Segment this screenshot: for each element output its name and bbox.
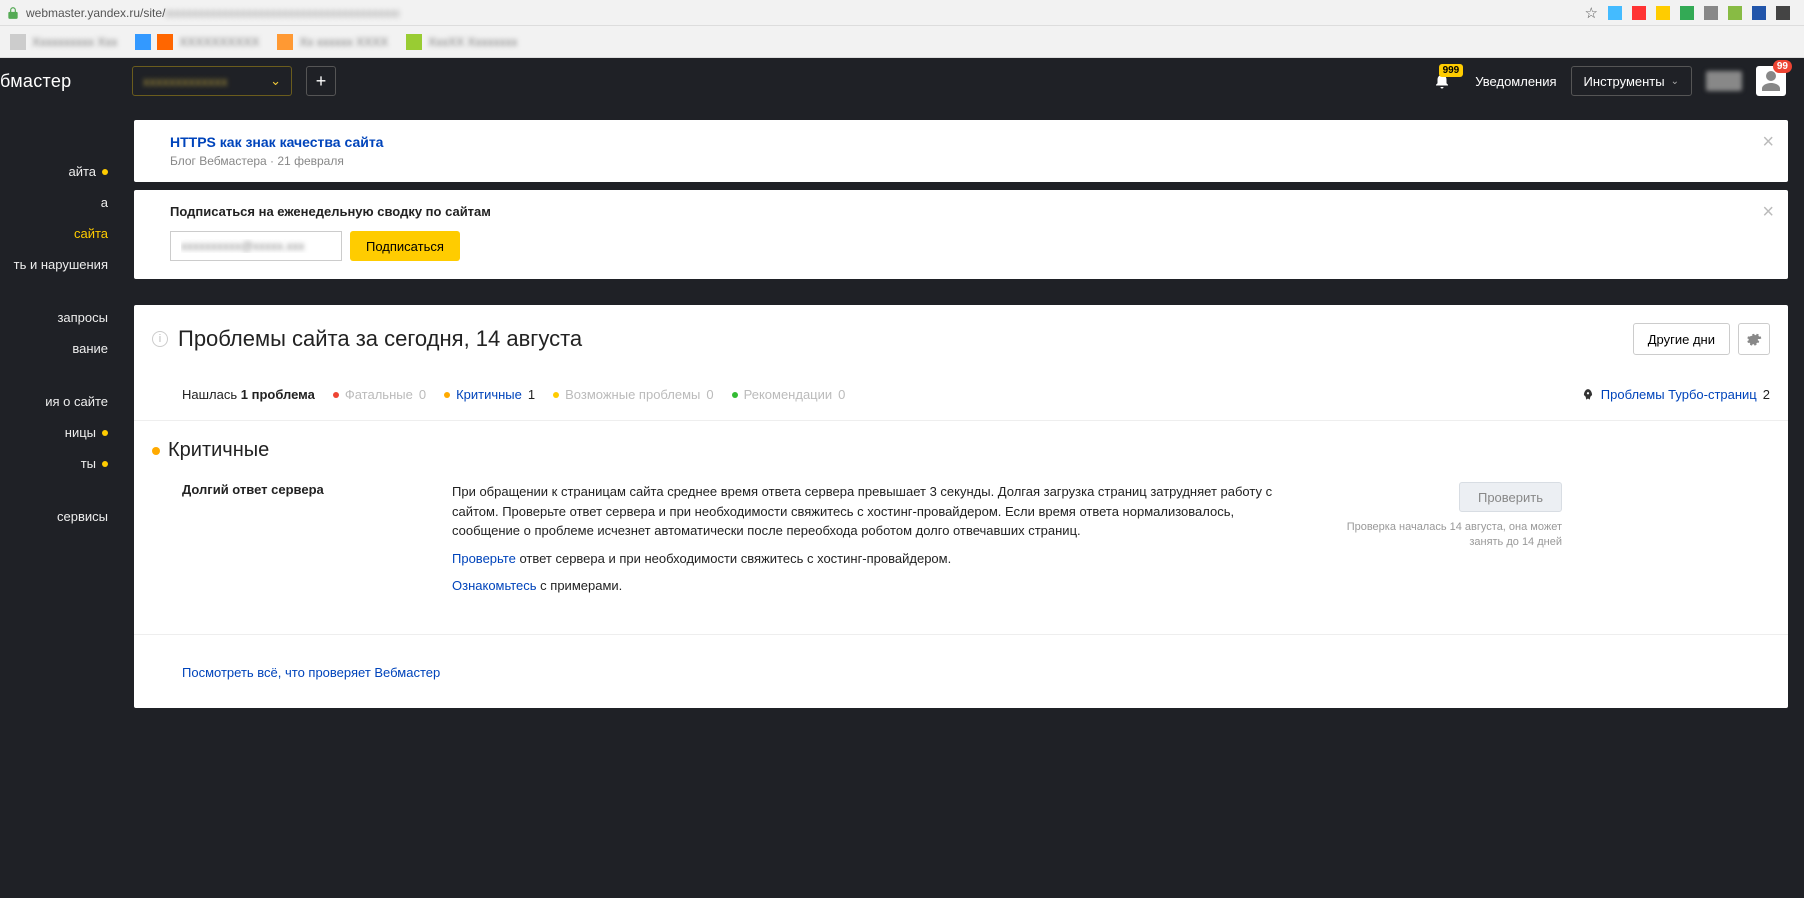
sidebar-item[interactable]: ницы <box>0 417 118 448</box>
sidebar-item[interactable]: а <box>0 187 118 218</box>
critical-chip[interactable]: Критичные 1 <box>444 387 535 402</box>
sidebar-item-active[interactable]: сайта <box>0 218 118 249</box>
ext-icon[interactable] <box>1728 6 1742 20</box>
possible-chip[interactable]: Возможные проблемы 0 <box>553 387 714 402</box>
see-all-link[interactable]: Посмотреть всё, что проверяет Вебмастер <box>182 665 1770 680</box>
notifications-bell[interactable]: 999 <box>1431 70 1453 92</box>
address-bar: webmaster.yandex.ru/site/xxxxxxxxxxxxxxx… <box>0 0 1804 26</box>
blog-banner: HTTPS как знак качества сайта Блог Вебма… <box>134 120 1788 182</box>
other-days-button[interactable]: Другие дни <box>1633 323 1730 355</box>
email-field[interactable] <box>170 231 342 261</box>
bookmark-item[interactable]: XXXXXXXXXX <box>135 34 259 50</box>
sidebar-item[interactable]: ты <box>0 448 118 479</box>
problems-title: Проблемы сайта за сегодня, 14 августа <box>178 326 582 352</box>
check-link[interactable]: Проверьте <box>452 551 516 566</box>
site-selector-value: xxxxxxxxxxxxx <box>143 74 270 89</box>
problems-summary: Нашлась 1 проблема Фатальные 0 Критичные… <box>182 387 1770 402</box>
site-selector[interactable]: xxxxxxxxxxxxx ⌄ <box>132 66 292 96</box>
check-note: Проверка началась 14 августа, она может … <box>1332 520 1562 551</box>
ext-icon[interactable] <box>1608 6 1622 20</box>
tools-button[interactable]: Инструменты ⌄ <box>1571 66 1692 96</box>
blog-title-link[interactable]: HTTPS как знак качества сайта <box>170 134 1748 150</box>
recom-chip[interactable]: Рекомендации 0 <box>732 387 846 402</box>
fatal-chip[interactable]: Фатальные 0 <box>333 387 426 402</box>
sidebar-item[interactable]: ия о сайте <box>0 386 118 417</box>
settings-button[interactable] <box>1738 323 1770 355</box>
content-area: HTTPS как знак качества сайта Блог Вебма… <box>118 104 1804 724</box>
app-header: бмастер xxxxxxxxxxxxx ⌄ + 999 Уведомлени… <box>0 58 1804 104</box>
info-icon[interactable]: i <box>152 331 168 347</box>
bookmark-item[interactable]: XxxXX Xxxxxxxx <box>406 34 517 50</box>
issue-name: Долгий ответ сервера <box>182 482 412 604</box>
add-site-button[interactable]: + <box>306 66 336 96</box>
ext-icon[interactable] <box>1752 6 1766 20</box>
issue-actions: Проверить Проверка началась 14 августа, … <box>1332 482 1562 604</box>
rocket-icon <box>1581 388 1595 402</box>
ext-icon[interactable] <box>1704 6 1718 20</box>
ext-icon[interactable] <box>1656 6 1670 20</box>
bookmark-item[interactable]: Xx xxxxxx XXXX <box>277 34 388 50</box>
logo[interactable]: бмастер <box>0 71 118 92</box>
bookmarks-bar: Xxxxxxxxxx Xxx XXXXXXXXXX Xx xxxxxx XXXX… <box>0 26 1804 58</box>
url-path-blurred: xxxxxxxxxxxxxxxxxxxxxxxxxxxxxxxxxxxxxxx <box>165 6 399 20</box>
avatar-badge: 99 <box>1773 60 1792 73</box>
avatar[interactable]: 99 <box>1756 66 1786 96</box>
url-text[interactable]: webmaster.yandex.ru/site/xxxxxxxxxxxxxxx… <box>26 6 1585 20</box>
lock-icon <box>6 6 20 20</box>
ext-icon[interactable] <box>1632 6 1646 20</box>
subscribe-panel: Подписаться на еженедельную сводку по са… <box>134 190 1788 279</box>
locale-indicator[interactable] <box>1706 71 1742 91</box>
tools-button-label: Инструменты <box>1584 74 1665 89</box>
examples-link[interactable]: Ознакомьтесь <box>452 578 537 593</box>
close-icon[interactable]: × <box>1762 132 1774 152</box>
sidebar-item[interactable]: сервисы <box>0 501 118 532</box>
browser-chrome: webmaster.yandex.ru/site/xxxxxxxxxxxxxxx… <box>0 0 1804 58</box>
sidebar-item[interactable]: ть и нарушения <box>0 249 118 280</box>
subscribe-button[interactable]: Подписаться <box>350 231 460 261</box>
found-label: Нашлась 1 проблема <box>182 387 315 402</box>
blog-subtitle: Блог Вебмастера · 21 февраля <box>170 154 1748 168</box>
section-title: Критичные <box>168 439 269 462</box>
issue-description: При обращении к страницам сайта среднее … <box>452 482 1292 604</box>
check-button[interactable]: Проверить <box>1459 482 1562 512</box>
bell-badge: 999 <box>1439 64 1464 77</box>
chevron-down-icon: ⌄ <box>1671 76 1679 87</box>
problems-panel: i Проблемы сайта за сегодня, 14 августа … <box>134 305 1788 708</box>
gear-icon <box>1746 331 1762 347</box>
sidebar-item[interactable]: вание <box>0 333 118 364</box>
issue-row: Долгий ответ сервера При обращении к стр… <box>152 482 1770 604</box>
turbo-chip[interactable]: Проблемы Турбо-страниц 2 <box>1581 387 1770 402</box>
bookmark-star-icon[interactable]: ☆ <box>1585 4 1598 22</box>
ext-icon[interactable] <box>1776 6 1790 20</box>
notifications-label[interactable]: Уведомления <box>1475 74 1556 89</box>
chevron-down-icon: ⌄ <box>270 73 281 89</box>
url-host: webmaster.yandex.ru/site/ <box>26 6 165 20</box>
section-header-critical: Критичные <box>152 439 1770 462</box>
bookmark-item[interactable]: Xxxxxxxxxx Xxx <box>10 34 117 50</box>
sidebar-item[interactable]: айта <box>0 156 118 187</box>
ext-icon[interactable] <box>1680 6 1694 20</box>
subscribe-title: Подписаться на еженедельную сводку по са… <box>170 204 1748 219</box>
sidebar: айта а сайта ть и нарушения запросы вани… <box>0 104 118 724</box>
close-icon[interactable]: × <box>1762 202 1774 222</box>
sidebar-item[interactable]: запросы <box>0 302 118 333</box>
dot-icon <box>152 447 160 455</box>
